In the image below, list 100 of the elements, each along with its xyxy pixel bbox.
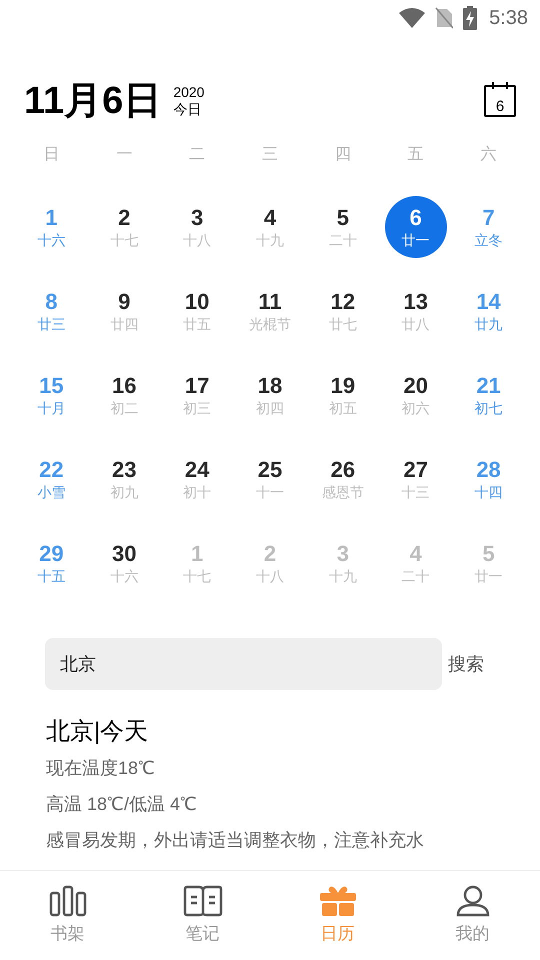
day-number: 22	[39, 457, 64, 483]
day-number: 2	[118, 205, 130, 231]
lunar-date: 廿一	[402, 231, 430, 249]
day-number: 7	[482, 205, 495, 231]
day-number: 5	[336, 205, 349, 231]
day-number: 30	[112, 541, 136, 567]
day-number: 11	[258, 289, 282, 315]
day-number: 4	[410, 541, 422, 567]
lunar-date: 十八	[256, 567, 284, 585]
calendar-day[interactable]: 20 初六	[384, 364, 447, 426]
calendar-day[interactable]: 12 廿七	[312, 280, 374, 342]
lunar-date: 十三	[402, 483, 430, 501]
calendar-day[interactable]: 13 廿八	[384, 280, 447, 342]
calendar-day[interactable]: 17 初三	[166, 364, 228, 426]
lunar-date: 二十	[328, 231, 357, 249]
battery-charging-icon	[463, 6, 478, 30]
no-sim-icon	[435, 7, 454, 29]
weather-title: 北京|今天	[46, 717, 150, 747]
day-number: 2	[264, 541, 276, 567]
day-number: 26	[330, 457, 356, 483]
weekday-label: 二	[189, 145, 206, 165]
lunar-date: 小雪	[37, 483, 66, 501]
day-number: 27	[403, 457, 428, 483]
calendar-day[interactable]: 6 廿一	[384, 196, 447, 258]
weekday-label: 一	[116, 145, 132, 165]
calendar-day[interactable]: 24 初十	[166, 448, 228, 510]
lunar-date: 十六	[110, 567, 138, 585]
lunar-date: 十九	[256, 231, 284, 249]
today-label: 今日	[173, 101, 202, 118]
calendar-day[interactable]: 27 十三	[384, 448, 447, 510]
calendar-day[interactable]: 4 十九	[238, 196, 301, 258]
open-book-icon	[182, 884, 222, 917]
calendar-day[interactable]: 2 十七	[93, 196, 156, 258]
day-number: 4	[264, 205, 276, 231]
day-number: 12	[330, 289, 356, 315]
status-time: 5:38	[489, 6, 528, 31]
calendar-day[interactable]: 30 十六	[93, 532, 156, 594]
weekday-label: 日	[43, 145, 60, 165]
today-calendar-button[interactable]: 6	[484, 85, 516, 117]
lunar-date: 十四	[474, 483, 503, 501]
lunar-date: 十八	[183, 231, 212, 249]
lunar-date: 廿九	[474, 315, 503, 333]
year-label: 2020	[173, 84, 204, 101]
day-number: 1	[191, 541, 204, 567]
bookshelf-icon	[48, 884, 86, 917]
lunar-date: 十月	[37, 399, 66, 417]
day-number: 18	[258, 373, 282, 399]
current-date: 11月6日	[24, 82, 162, 120]
weekday-label: 四	[334, 145, 351, 165]
calendar-day[interactable]: 16 初二	[93, 364, 156, 426]
search-field[interactable]: 北京	[45, 638, 442, 690]
lunar-date: 初四	[256, 399, 284, 417]
day-number: 9	[118, 289, 130, 315]
weekday-label: 五	[408, 145, 424, 165]
user-icon	[456, 884, 490, 917]
lunar-date: 感恩节	[322, 483, 364, 501]
lunar-date: 廿五	[183, 315, 212, 333]
lunar-date: 初二	[110, 399, 138, 417]
calendar-day[interactable]: 10 廿五	[166, 280, 228, 342]
lunar-date: 初三	[183, 399, 212, 417]
lunar-date: 初六	[402, 399, 430, 417]
lunar-date: 初七	[474, 399, 503, 417]
calendar-day[interactable]: 5 二十	[312, 196, 374, 258]
day-number: 15	[39, 373, 64, 399]
lunar-date: 初五	[328, 399, 357, 417]
calendar-day[interactable]: 26 感恩节	[312, 448, 374, 510]
day-number: 20	[403, 373, 428, 399]
calendar-day[interactable]: 11 光棍节	[238, 280, 301, 342]
day-number: 23	[112, 457, 136, 483]
day-number: 29	[39, 541, 64, 567]
search-button[interactable]: 搜索	[448, 650, 484, 678]
lunar-date: 十七	[183, 567, 212, 585]
calendar-day[interactable]: 3 十八	[166, 196, 228, 258]
weather-text: 现在温度18℃	[46, 757, 156, 780]
day-number: 1	[45, 205, 58, 231]
lunar-date: 立冬	[474, 231, 503, 249]
day-number: 14	[476, 289, 501, 315]
lunar-date: 十一	[256, 483, 284, 501]
wifi-icon	[399, 8, 426, 28]
lunar-date: 廿四	[110, 315, 138, 333]
calendar-day[interactable]: 19 初五	[312, 364, 374, 426]
calendar-day[interactable]: 23 初九	[93, 448, 156, 510]
day-number: 25	[258, 457, 282, 483]
day-number: 17	[184, 373, 210, 399]
day-number: 16	[112, 373, 136, 399]
weekday-label: 三	[262, 145, 278, 165]
calendar-day[interactable]: 9 廿四	[93, 280, 156, 342]
lunar-date: 十六	[37, 231, 66, 249]
weather-text: 感冒易发期，外出请适当调整衣物，注意补充水	[46, 829, 425, 852]
day-number: 28	[476, 457, 501, 483]
lunar-date: 廿三	[37, 315, 66, 333]
lunar-date: 光棍节	[248, 315, 291, 333]
day-number: 5	[482, 541, 495, 567]
lunar-date: 二十	[402, 567, 430, 585]
calendar-day[interactable]: 25 十一	[238, 448, 301, 510]
gift-icon	[318, 884, 356, 917]
calendar-day[interactable]: 18 初四	[238, 364, 301, 426]
day-number: 8	[45, 289, 58, 315]
lunar-date: 廿一	[474, 567, 503, 585]
day-number: 3	[191, 205, 204, 231]
